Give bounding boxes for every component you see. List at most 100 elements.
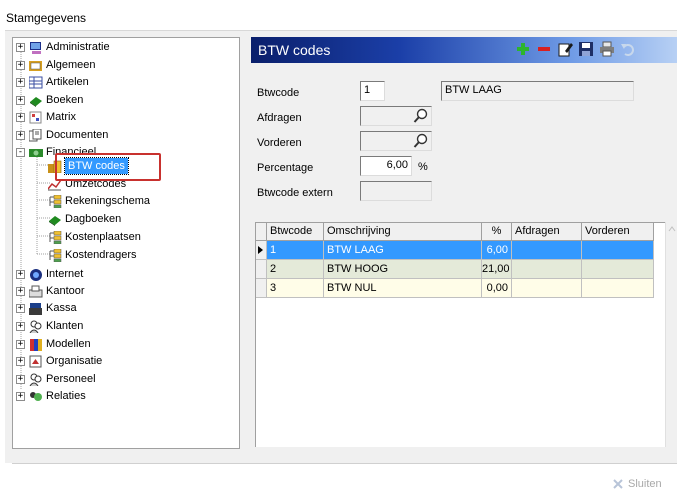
column-header-btwcode[interactable]: Btwcode (267, 223, 324, 241)
cell-percentage: 21,00 (482, 260, 512, 279)
expand-icon[interactable]: + (16, 303, 25, 313)
tree-item-personeel[interactable]: + Personeel (16, 371, 96, 387)
vorderen-label: Vorderen (257, 137, 302, 149)
tree-item-label: Modellen (46, 338, 91, 350)
btw-codes-grid[interactable]: Btwcode Omschrijving % Afdragen Vorderen… (255, 222, 677, 447)
tree-item-label: Documenten (46, 129, 109, 141)
cell-afdragen (512, 241, 582, 260)
tree-item-label: Dagboeken (65, 213, 122, 225)
column-header-percentage[interactable]: % (482, 223, 512, 241)
undo-icon[interactable] (620, 41, 636, 57)
btwcode-extern-input[interactable] (360, 181, 432, 201)
tree-item-rekeningschema[interactable]: Rekeningschema (48, 193, 150, 209)
edit-icon[interactable] (557, 41, 573, 57)
afdragen-label: Afdragen (257, 112, 302, 124)
vorderen-lookup-icon[interactable] (413, 133, 429, 149)
column-header-afdragen[interactable]: Afdragen (512, 223, 582, 241)
tree-item-internet[interactable]: + Internet (16, 266, 83, 282)
models-icon (29, 338, 43, 351)
tree-item-modellen[interactable]: + Modellen (16, 336, 91, 352)
grid-indicator-header (256, 223, 267, 241)
globe-icon (29, 268, 43, 281)
tree-item-kassa[interactable]: + Kassa (16, 300, 77, 316)
tree-item-artikelen[interactable]: + Artikelen (16, 74, 89, 90)
organisation-icon (29, 355, 43, 368)
collapse-icon[interactable]: - (16, 147, 25, 157)
matrix-icon (29, 111, 43, 124)
grid-vertical-scrollbar[interactable] (665, 222, 677, 447)
btwcode-input[interactable]: 1 (360, 81, 385, 101)
percentage-input[interactable]: 6,00 (360, 156, 412, 176)
panel-title: BTW codes (258, 42, 331, 58)
tree-item-algemeen[interactable]: + Algemeen (16, 57, 96, 73)
btwcode-label: Btwcode (257, 87, 300, 99)
expand-icon[interactable]: + (16, 391, 25, 401)
tree-item-label: Personeel (46, 373, 96, 385)
tree-item-matrix[interactable]: + Matrix (16, 109, 76, 125)
tree-item-relaties[interactable]: + Relaties (16, 388, 86, 404)
documents-icon (28, 128, 43, 142)
expand-icon[interactable]: + (16, 269, 25, 279)
expand-icon[interactable]: + (16, 112, 25, 122)
tree-item-kantoor[interactable]: + Kantoor (16, 283, 85, 299)
office-icon (28, 285, 43, 298)
tree-item-klanten[interactable]: + Klanten (16, 318, 83, 334)
computer-icon (29, 41, 43, 54)
cell-percentage: 6,00 (482, 241, 512, 260)
tree-item-organisatie[interactable]: + Organisatie (16, 353, 102, 369)
tree-item-boeken[interactable]: + Boeken (16, 92, 83, 108)
table-row[interactable]: 1 BTW LAAG 6,00 (256, 241, 654, 260)
column-header-vorderen[interactable]: Vorderen (582, 223, 654, 241)
save-icon[interactable] (578, 41, 594, 57)
folder-card-icon (29, 59, 43, 72)
print-icon[interactable] (599, 41, 615, 57)
expand-icon[interactable]: + (16, 286, 25, 296)
expand-icon[interactable]: + (16, 60, 25, 70)
navigation-tree[interactable]: + Administratie + Algemeen + Artikelen + Boeken… (12, 37, 240, 449)
tree-item-kostenplaatsen[interactable]: Kostenplaatsen (48, 229, 141, 245)
expand-icon[interactable]: + (16, 321, 25, 331)
tree-item-label: Relaties (46, 390, 86, 402)
table-row[interactable]: 3 BTW NUL 0,00 (256, 279, 654, 298)
expand-icon[interactable]: + (16, 95, 25, 105)
tree-item-label: Administratie (46, 41, 110, 53)
expand-icon[interactable]: + (16, 356, 25, 366)
expand-icon[interactable]: + (16, 77, 25, 87)
close-button[interactable]: Sluiten (612, 478, 662, 490)
selection-highlight-box (55, 153, 161, 181)
row-indicator (256, 241, 267, 260)
panel-header: BTW codes (251, 37, 677, 63)
cell-percentage: 0,00 (482, 279, 512, 298)
people-icon (29, 320, 43, 333)
add-icon[interactable] (515, 41, 531, 57)
cell-omschrijving: BTW LAAG (324, 241, 482, 260)
tree-item-label: Kantoor (46, 285, 85, 297)
btwcode-extern-label: Btwcode extern (257, 187, 333, 199)
tree-item-label: Artikelen (46, 76, 89, 88)
book-icon (29, 94, 43, 107)
book-icon (48, 213, 62, 226)
tree-item-kostendragers[interactable]: Kostendragers (48, 247, 137, 263)
column-header-omschrijving[interactable]: Omschrijving (324, 223, 482, 241)
register-icon (29, 302, 43, 315)
tree-item-label: Kostenplaatsen (65, 231, 141, 243)
relations-icon (29, 390, 43, 403)
expand-icon[interactable]: + (16, 130, 25, 140)
tree-item-administratie[interactable]: + Administratie (16, 39, 110, 55)
afdragen-lookup-icon[interactable] (413, 108, 429, 124)
money-icon (29, 146, 43, 159)
expand-icon[interactable]: + (16, 374, 25, 384)
delete-icon[interactable] (536, 41, 552, 57)
table-row[interactable]: 2 BTW HOOG 21,00 (256, 260, 654, 279)
cell-afdragen (512, 279, 582, 298)
expand-icon[interactable]: + (16, 339, 25, 349)
tree-item-documenten[interactable]: + Documenten (16, 127, 108, 143)
scroll-up-arrow-icon[interactable] (666, 222, 677, 236)
tree-item-dagboeken[interactable]: Dagboeken (48, 211, 121, 227)
tree-item-label: Internet (46, 268, 84, 280)
tree-item-label: Klanten (46, 320, 84, 332)
cell-omschrijving: BTW HOOG (324, 260, 482, 279)
row-indicator (256, 279, 267, 298)
expand-icon[interactable]: + (16, 42, 25, 52)
btwcode-description: BTW LAAG (441, 81, 634, 101)
